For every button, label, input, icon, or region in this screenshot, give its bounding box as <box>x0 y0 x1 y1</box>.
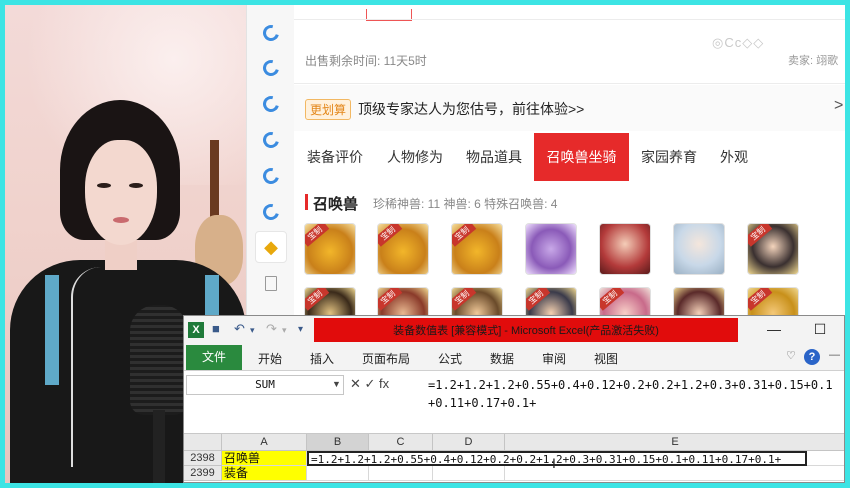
pet-portrait[interactable]: 宝制 <box>304 223 356 275</box>
tab-insert[interactable]: 插入 <box>310 350 334 367</box>
name-box-dropdown-icon[interactable]: ▼ <box>332 379 341 389</box>
tab-home[interactable]: 开始 <box>258 350 282 367</box>
tab-items[interactable]: 物品道具 <box>464 133 524 181</box>
watermark-logo: ◎Cc◇◇ <box>712 35 765 50</box>
duck-icon[interactable]: ◆ <box>255 231 287 263</box>
text-cursor-icon: I <box>552 455 556 471</box>
refresh-icon[interactable] <box>255 17 287 49</box>
minimize-button[interactable]: — <box>764 321 784 337</box>
column-header-c[interactable]: C <box>369 434 433 451</box>
column-header-e[interactable]: E <box>505 434 844 451</box>
formula-buttons[interactable]: ✕ ✓ fx <box>350 376 389 392</box>
save-icon[interactable]: ■ <box>212 321 220 336</box>
cell-a2399[interactable]: 装备 <box>222 466 307 481</box>
maximize-button[interactable]: ☐ <box>810 321 830 338</box>
cell-e2399[interactable] <box>505 466 844 481</box>
column-header-b[interactable]: B <box>307 434 369 451</box>
tab-character-cultivation[interactable]: 人物修为 <box>385 133 445 181</box>
excel-logo-icon: X <box>188 322 204 338</box>
microphone <box>130 305 188 415</box>
collapse-ribbon-icon[interactable]: ♡ <box>786 349 796 362</box>
pet-portrait[interactable] <box>673 223 725 275</box>
row-header[interactable]: 2398 <box>184 451 222 466</box>
tab-review[interactable]: 审阅 <box>542 350 566 367</box>
sale-remaining-time: 出售剩余时间: 11天5时 <box>305 54 427 68</box>
excel-title-bar: X ■ ↶ ▾ ↷ ▾ ▾ 装备数值表 [兼容模式] - Microsoft E… <box>184 316 844 344</box>
refresh-icon[interactable] <box>255 124 287 156</box>
chevron-right-icon[interactable]: > <box>834 97 843 115</box>
cell-b2399[interactable] <box>307 466 369 481</box>
document-icon[interactable] <box>255 267 287 299</box>
row-header[interactable]: 2399 <box>184 466 222 481</box>
cell-a2398[interactable]: 召唤兽 <box>222 451 307 466</box>
seller-name: 卖家: 翊歌 <box>788 55 839 67</box>
refresh-icon[interactable] <box>255 88 287 120</box>
customize-toolbar-icon[interactable]: ▾ <box>298 324 303 335</box>
select-all-corner[interactable] <box>184 434 222 451</box>
redo-icon[interactable]: ↷ <box>266 321 277 337</box>
formula-input[interactable]: =1.2+1.2+1.2+0.55+0.4+0.12+0.2+0.2+1.2+0… <box>428 376 838 412</box>
formula-bar: SUM ▼ ✕ ✓ fx =1.2+1.2+1.2+0.55+0.4+0.12+… <box>184 372 844 434</box>
spreadsheet-grid: A B C D E 2398 召唤兽 =1.2+1.2+1.2+0.55+0.4… <box>184 434 844 482</box>
redo-dropdown-icon[interactable]: ▾ <box>282 325 287 336</box>
pet-portrait[interactable]: 宝制 <box>451 223 503 275</box>
tab-homestead[interactable]: 家园养育 <box>639 133 699 181</box>
column-header-a[interactable]: A <box>222 434 307 451</box>
tab-appearance[interactable]: 外观 <box>714 133 754 181</box>
cell-b2398-editing[interactable]: =1.2+1.2+1.2+0.55+0.4+0.12+0.2+0.2+1.2+0… <box>307 451 807 466</box>
tab-data[interactable]: 数据 <box>490 350 514 367</box>
excel-window: X ■ ↶ ▾ ↷ ▾ ▾ 装备数值表 [兼容模式] - Microsoft E… <box>183 315 845 483</box>
help-icon[interactable]: ? <box>804 349 820 365</box>
tab-view[interactable]: 视图 <box>594 350 618 367</box>
refresh-icon[interactable] <box>255 196 287 228</box>
undo-dropdown-icon[interactable]: ▾ <box>250 325 255 336</box>
pet-portrait[interactable]: 宝制 <box>377 223 429 275</box>
pet-portrait[interactable] <box>599 223 651 275</box>
ribbon-minimize-icon[interactable]: — <box>829 349 840 361</box>
cell-d2399[interactable] <box>433 466 505 481</box>
tab-summons-mounts[interactable]: 召唤兽坐骑 <box>534 133 629 181</box>
window-title: 装备数值表 [兼容模式] - Microsoft Excel(产品激活失败) <box>393 325 659 337</box>
tab-equipment-rating[interactable]: 装备评价 <box>305 133 365 181</box>
tab-page-layout[interactable]: 页面布局 <box>362 350 410 367</box>
banner-badge: 更划算 <box>305 99 352 120</box>
refresh-icon[interactable] <box>255 160 287 192</box>
game-trading-page: ◎Cc◇◇ 出售剩余时间: 11天5时 卖家: 翊歌 更划算 顶级专家达人为您估… <box>294 5 845 325</box>
pet-section-title: 召唤兽 <box>313 196 359 213</box>
name-box[interactable]: SUM <box>186 375 344 395</box>
site-icon-rail: ◆ <box>246 5 294 325</box>
cell-c2399[interactable] <box>369 466 433 481</box>
tab-formulas[interactable]: 公式 <box>438 350 462 367</box>
banner-text[interactable]: 顶级专家达人为您估号，前往体验>> <box>358 99 584 119</box>
undo-icon[interactable]: ↶ <box>234 321 245 337</box>
tab-file[interactable]: 文件 <box>186 345 242 370</box>
appraisal-banner[interactable]: 更划算 顶级专家达人为您估号，前往体验>> > <box>294 85 845 131</box>
pet-portrait[interactable]: 宝制 <box>747 223 799 275</box>
refresh-icon[interactable] <box>255 52 287 84</box>
ribbon-tabs: 文件 开始 插入 页面布局 公式 数据 审阅 视图 ♡ ? — <box>184 344 844 371</box>
detail-tabs: 装备评价 人物修为 物品道具 召唤兽坐骑 家园养育 外观 <box>294 133 845 181</box>
pet-portrait[interactable] <box>525 223 577 275</box>
column-header-d[interactable]: D <box>433 434 505 451</box>
pet-stats: 珍稀神兽: 11 神兽: 6 特殊召唤兽: 4 <box>373 197 558 211</box>
